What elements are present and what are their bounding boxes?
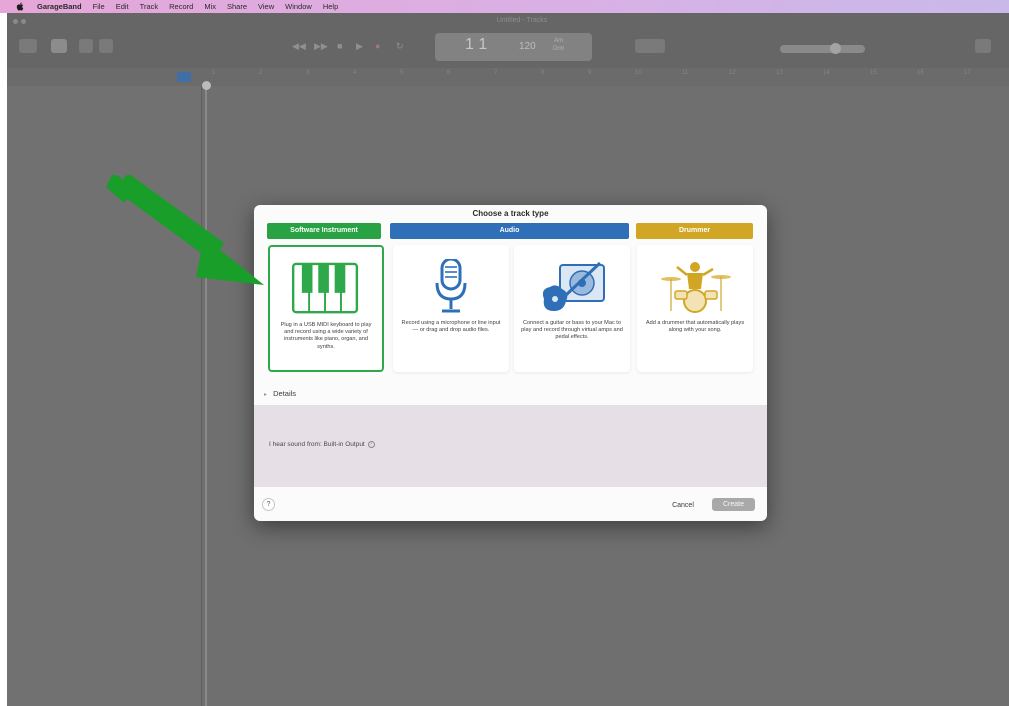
info-icon[interactable]: › [367,441,375,448]
window-title: Untitled - Tracks [496,17,548,24]
output-info: I hear sound from: Built-in Output › [269,441,375,448]
lcd-position: 1 1 [465,36,488,53]
master-volume-slider[interactable] [780,45,865,53]
timeline-ruler[interactable]: 1 2 3 4 5 6 7 8 9 10 11 12 13 14 15 16 1… [202,68,1009,86]
apple-menu-icon[interactable] [16,2,24,11]
menu-share[interactable]: Share [227,0,247,13]
choose-track-type-dialog: Choose a track type Software Instrument … [254,205,767,521]
help-button[interactable]: ? [262,498,275,511]
ruler-tick: 6 [447,70,451,76]
ruler-tick: 17 [964,70,971,76]
stop-icon[interactable]: ■ [337,41,342,51]
ruler-tick: 7 [494,70,498,76]
lcd-display[interactable]: 1 1 120 Am Drm [435,33,592,61]
software-instrument-card[interactable]: Plug in a USB MIDI keyboard to play and … [268,245,384,372]
ruler-tick: 14 [823,70,830,76]
audio-header: Audio [390,223,629,239]
dialog-title: Choose a track type [472,209,549,218]
microphone-card[interactable]: Record using a microphone or line input … [393,245,509,372]
library-button[interactable] [19,39,37,53]
details-disclosure[interactable]: ▸ Details [264,389,296,398]
lcd-key-signature: Am Drm [553,38,565,52]
record-icon[interactable]: ● [375,41,380,51]
rewind-icon[interactable]: ◀◀ [292,41,306,51]
menu-record[interactable]: Record [169,0,193,13]
smart-controls-button[interactable] [79,39,93,53]
microphone-icon [435,259,467,313]
green-arrow-icon [106,175,264,285]
minimize-window-button[interactable] [21,19,26,24]
details-label: Details [273,389,297,398]
create-button[interactable]: Create [712,498,755,511]
menu-mix[interactable]: Mix [204,0,216,13]
piano-keyboard-icon [291,262,359,314]
menu-view[interactable]: View [258,0,274,13]
menu-garageband[interactable]: GarageBand [37,0,82,13]
add-track-button[interactable] [177,72,191,82]
ruler-tick: 8 [541,70,545,76]
ruler-tick: 4 [353,70,357,76]
card-description: Connect a guitar or bass to your Mac to … [521,320,623,341]
menu-track[interactable]: Track [140,0,158,13]
window-toolbar: Untitled - Tracks ◀◀ ▶▶ ■ ▶ ● ↻ 1 1 120 … [7,13,1009,68]
cycle-icon[interactable]: ↻ [396,41,404,51]
ruler-tick: 10 [635,70,642,76]
menu-file[interactable]: File [93,0,105,13]
menu-edit[interactable]: Edit [116,0,129,13]
play-icon[interactable]: ▶ [356,41,363,51]
card-description: Plug in a USB MIDI keyboard to play and … [280,322,372,350]
guitar-bass-card[interactable]: Connect a guitar or bass to your Mac to … [514,245,630,372]
output-text: I hear sound from: Built-in Output [269,441,365,449]
ruler-row: 1 2 3 4 5 6 7 8 9 10 11 12 13 14 15 16 1… [7,68,1009,86]
notepad-button[interactable] [975,39,991,53]
editors-button[interactable] [99,39,113,53]
playhead-handle[interactable] [202,81,211,90]
ruler-tick: 9 [588,70,592,76]
menu-bar: GarageBand File Edit Track Record Mix Sh… [0,0,1009,13]
close-window-button[interactable] [13,19,18,24]
card-description: Record using a microphone or line input … [401,320,501,334]
ruler-tick: 5 [400,70,404,76]
tuner-button[interactable] [635,39,665,53]
ruler-tick: 13 [776,70,783,76]
ruler-tick: 15 [870,70,877,76]
ruler-tick: 11 [682,70,689,76]
guitar-amp-icon [542,261,605,311]
cancel-button[interactable]: Cancel [666,500,700,512]
drummer-header: Drummer [636,223,753,239]
ruler-tick: 12 [729,70,736,76]
disclosure-triangle-icon: ▸ [264,392,268,398]
fast-forward-icon[interactable]: ▶▶ [314,41,328,51]
menu-window[interactable]: Window [285,0,312,13]
help-toolbar-button[interactable] [51,39,67,53]
ruler-tick: 16 [917,70,924,76]
ruler-tick: 1 [212,70,216,76]
software-instrument-header: Software Instrument [267,223,381,239]
ruler-tick: 2 [259,70,263,76]
card-description: Add a drummer that automatically plays a… [645,320,745,334]
drummer-card[interactable]: Add a drummer that automatically plays a… [637,245,753,372]
master-volume-knob[interactable] [830,43,841,54]
menu-help[interactable]: Help [323,0,338,13]
ruler-tick: 3 [306,70,310,76]
drummer-icon [661,262,731,313]
lcd-tempo: 120 [519,41,536,52]
